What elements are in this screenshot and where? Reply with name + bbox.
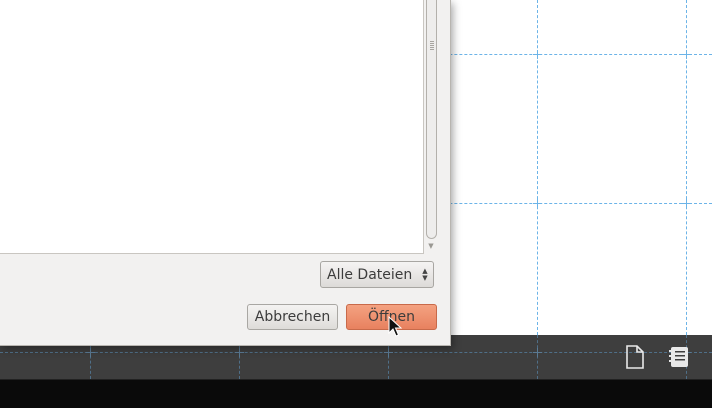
grid-crosshair	[533, 348, 542, 357]
grid-line-vertical	[537, 335, 538, 379]
grid-crosshair	[533, 199, 542, 208]
file-list-scrollbar[interactable]: ▼	[424, 0, 438, 253]
grid-crosshair	[384, 348, 393, 357]
updown-arrows-icon: ▲ ▼	[422, 266, 428, 282]
notes-icon[interactable]	[667, 344, 691, 370]
grip-icon	[430, 41, 434, 51]
new-document-icon[interactable]	[623, 344, 647, 370]
file-type-filter-label: Alle Dateien	[327, 266, 413, 283]
grid-crosshair	[682, 50, 691, 59]
grid-line-horizontal	[0, 352, 712, 353]
grid-crosshair	[682, 199, 691, 208]
taskbar	[0, 379, 712, 408]
cancel-button[interactable]: Abbrechen	[247, 304, 338, 330]
file-list[interactable]	[0, 0, 424, 254]
scrollbar-thumb[interactable]	[426, 0, 437, 239]
file-type-filter-select[interactable]: Alle Dateien ▲ ▼	[320, 261, 434, 288]
mouse-cursor-icon	[388, 316, 402, 337]
scroll-down-arrow-icon[interactable]: ▼	[427, 242, 435, 250]
grid-crosshair	[533, 50, 542, 59]
grid-crosshair	[86, 348, 95, 357]
file-open-dialog: ▼ Alle Dateien ▲ ▼ Abbrechen Öffnen	[0, 0, 451, 346]
grid-crosshair	[235, 348, 244, 357]
